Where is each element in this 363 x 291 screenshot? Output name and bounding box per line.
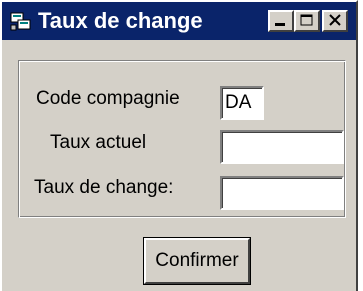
minimize-icon xyxy=(275,23,285,26)
taux-de-change-label: Taux de change: xyxy=(34,177,174,198)
confirm-button[interactable]: Confirmer xyxy=(144,238,250,284)
code-compagnie-label: Code compagnie xyxy=(36,88,180,109)
maximize-icon xyxy=(300,14,313,26)
code-compagnie-field[interactable] xyxy=(220,86,264,120)
taux-actuel-label: Taux actuel xyxy=(50,132,147,153)
close-button[interactable] xyxy=(322,10,348,32)
app-icon xyxy=(10,10,32,32)
close-icon xyxy=(329,14,341,26)
title-bar[interactable]: Taux de change xyxy=(2,2,356,40)
taux-de-change-field[interactable] xyxy=(220,176,344,210)
window-title: Taux de change xyxy=(38,8,203,33)
maximize-button[interactable] xyxy=(294,10,320,32)
taux-actuel-field[interactable] xyxy=(220,130,344,164)
dialog-window: Taux de change Code compagnie Taux actue… xyxy=(0,0,358,291)
minimize-button[interactable] xyxy=(268,10,294,32)
